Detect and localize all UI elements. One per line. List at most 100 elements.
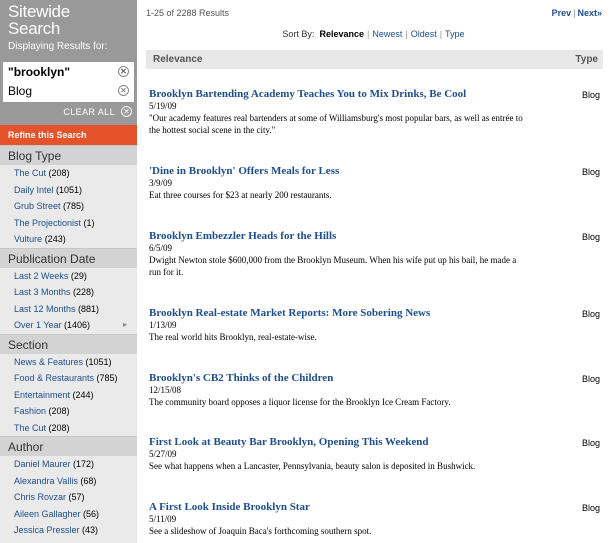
prev-link[interactable]: Prev	[552, 8, 572, 18]
facet-item-label[interactable]: Alexandra Vallis	[14, 476, 78, 486]
facet-item-count: (1051)	[53, 184, 83, 195]
facet-item[interactable]: The Cut (208)	[0, 165, 137, 182]
facet-heading: Blog Type	[0, 145, 137, 165]
result-title[interactable]: Brooklyn Embezzler Heads for the Hills	[149, 230, 604, 242]
search-term-blog: Blog ✕	[3, 81, 134, 102]
result-description: See what happens when a Lancaster, Penns…	[149, 461, 476, 471]
sort-divider: |	[366, 29, 370, 39]
facet-item[interactable]: Daniel Maurer (172)	[0, 456, 137, 473]
result-type: Blog	[581, 167, 600, 177]
sort-relevance[interactable]: Relevance	[319, 29, 364, 39]
facet-item-label[interactable]: Jessica Pressler	[14, 525, 80, 535]
clear-all-icon[interactable]: ✕	[121, 106, 132, 117]
facet-item[interactable]: Fashion (208)	[0, 403, 137, 420]
result-title[interactable]: A First Look Inside Brooklyn Star	[149, 501, 604, 513]
sort-oldest[interactable]: Oldest	[411, 29, 437, 39]
facet-item[interactable]: Grub Street (785)	[0, 198, 137, 215]
facet-item-label[interactable]: The Cut	[14, 423, 46, 433]
facet-item-label[interactable]: Chris Rovzar	[14, 492, 66, 502]
result-type: Blog	[581, 232, 600, 242]
facet-list: Blog Type The Cut (208) Daily Intel (1051)…	[0, 145, 137, 543]
result-item: Brooklyn's CB2 Thinks of the Children 12/…	[149, 372, 604, 408]
result-title[interactable]: First Look at Beauty Bar Brooklyn, Openi…	[149, 436, 604, 448]
result-item: Brooklyn Embezzler Heads for the Hills 6/…	[149, 230, 604, 278]
result-date: 5/19/09	[149, 101, 177, 111]
search-term-text: Blog	[8, 84, 33, 98]
remove-term-icon[interactable]: ✕	[118, 85, 129, 96]
facet-heading: Publication Date	[0, 247, 137, 268]
expand-arrow-icon[interactable]: ▸	[123, 317, 127, 334]
result-description: Dwight Newton stole $600,000 from the Br…	[149, 255, 517, 277]
facet-item[interactable]: Food & Restaurants (785)	[0, 370, 137, 387]
facet-item[interactable]: Entertainment (244)	[0, 386, 137, 403]
facet-item[interactable]: Vulture (243)	[0, 231, 137, 248]
clear-all-link[interactable]: CLEAR ALL	[63, 107, 115, 117]
facet-item-label[interactable]: Fashion	[14, 406, 46, 416]
facet-item[interactable]: News & Features (1051)	[0, 353, 137, 370]
facet-item[interactable]: Daily Intel (1051)	[0, 181, 137, 198]
result-date: 5/11/09	[149, 514, 177, 524]
results-panel: 1-25 of 2288 Results Prev | Next» Sort By:…	[137, 0, 610, 543]
facet-item-label[interactable]: Entertainment	[14, 390, 70, 400]
facet-item-label[interactable]: Last 12 Months	[14, 304, 76, 314]
sidebar: Sitewide Search Displaying Results for: …	[0, 0, 137, 543]
result-type: Blog	[581, 309, 600, 319]
result-date: 1/13/09	[149, 320, 177, 330]
result-description: The community board opposes a liquor lic…	[149, 397, 451, 407]
facet-item-count: (785)	[94, 373, 118, 383]
result-title[interactable]: Brooklyn Bartending Academy Teaches You …	[149, 88, 604, 100]
facet-item[interactable]: Alexandra Vallis (68)	[0, 472, 137, 489]
facet-item-label[interactable]: News & Features	[14, 357, 83, 367]
search-summary: Sitewide Search Displaying Results for: …	[0, 0, 137, 125]
result-type: Blog	[581, 503, 600, 513]
column-type[interactable]: Type	[575, 50, 598, 69]
facet-heading: Section	[0, 333, 137, 354]
facet-item-count: (57)	[66, 492, 85, 502]
result-description: The real world hits Brooklyn, real-estat…	[149, 332, 317, 342]
sort-type[interactable]: Type	[445, 29, 465, 39]
facet-item-label[interactable]: Last 3 Months	[14, 287, 71, 297]
facet-item-label[interactable]: Daily Intel	[14, 185, 54, 195]
result-type: Blog	[581, 90, 600, 100]
facet-item[interactable]: Jessica Pressler (43)	[0, 522, 137, 539]
facet-item-count: (1406)	[61, 320, 91, 330]
next-link[interactable]: Next»	[577, 8, 602, 18]
sort-newest[interactable]: Newest	[372, 29, 402, 39]
facet-item-count: (1)	[81, 217, 95, 228]
facet-item-count: (785)	[60, 201, 85, 211]
sidebar-title-line1: Sitewide	[8, 2, 70, 21]
column-relevance[interactable]: Relevance	[153, 50, 202, 69]
pager-separator: |	[573, 8, 576, 18]
facet-item-label[interactable]: Aileen Gallagher	[14, 509, 81, 519]
facet-item-count: (243)	[42, 234, 66, 244]
facet-item[interactable]: Last 12 Months (881)	[0, 300, 137, 317]
result-title[interactable]: Brooklyn's CB2 Thinks of the Children	[149, 372, 604, 384]
facet-item-label[interactable]: Daniel Maurer	[14, 459, 71, 469]
facet-item-label[interactable]: Last 2 Weeks	[14, 271, 68, 281]
facet-item-count: (881)	[75, 303, 100, 314]
facet-item[interactable]: Tim Murphy (43)	[0, 538, 137, 543]
facet-item-count: (208)	[46, 422, 70, 433]
facet-item[interactable]: Chris Rovzar (57)	[0, 489, 137, 506]
result-item: Brooklyn Bartending Academy Teaches You …	[149, 88, 604, 136]
facet-item[interactable]: The Projectionist (1)	[0, 214, 137, 231]
sidebar-subtitle: Displaying Results for:	[8, 41, 108, 52]
result-title[interactable]: Brooklyn Real-estate Market Reports: Mor…	[149, 307, 604, 319]
facet-item-label[interactable]: Food & Restaurants	[14, 373, 94, 383]
facet-item-label[interactable]: The Cut	[14, 168, 46, 178]
facet-item[interactable]: The Cut (208)	[0, 419, 137, 436]
facet-item[interactable]: Last 2 Weeks (29)	[0, 267, 137, 284]
facet-item-count: (43)	[79, 525, 99, 535]
facet-item-label[interactable]: The Projectionist	[14, 218, 81, 228]
facet-item[interactable]: Over 1 Year (1406) ▸	[0, 317, 137, 334]
facet-item[interactable]: Aileen Gallagher (56)	[0, 505, 137, 522]
result-title[interactable]: 'Dine in Brooklyn' Offers Meals for Less	[149, 165, 604, 177]
facet-item-count: (172)	[70, 459, 95, 469]
sort-label: Sort By:	[282, 29, 315, 39]
facet-item-label[interactable]: Grub Street	[14, 201, 61, 211]
facet-item-label[interactable]: Vulture	[14, 234, 42, 244]
facet-item[interactable]: Last 3 Months (228)	[0, 284, 137, 301]
column-header: Relevance Type	[146, 50, 603, 69]
remove-term-icon[interactable]: ✕	[118, 66, 129, 77]
facet-item-label[interactable]: Over 1 Year	[14, 320, 62, 330]
